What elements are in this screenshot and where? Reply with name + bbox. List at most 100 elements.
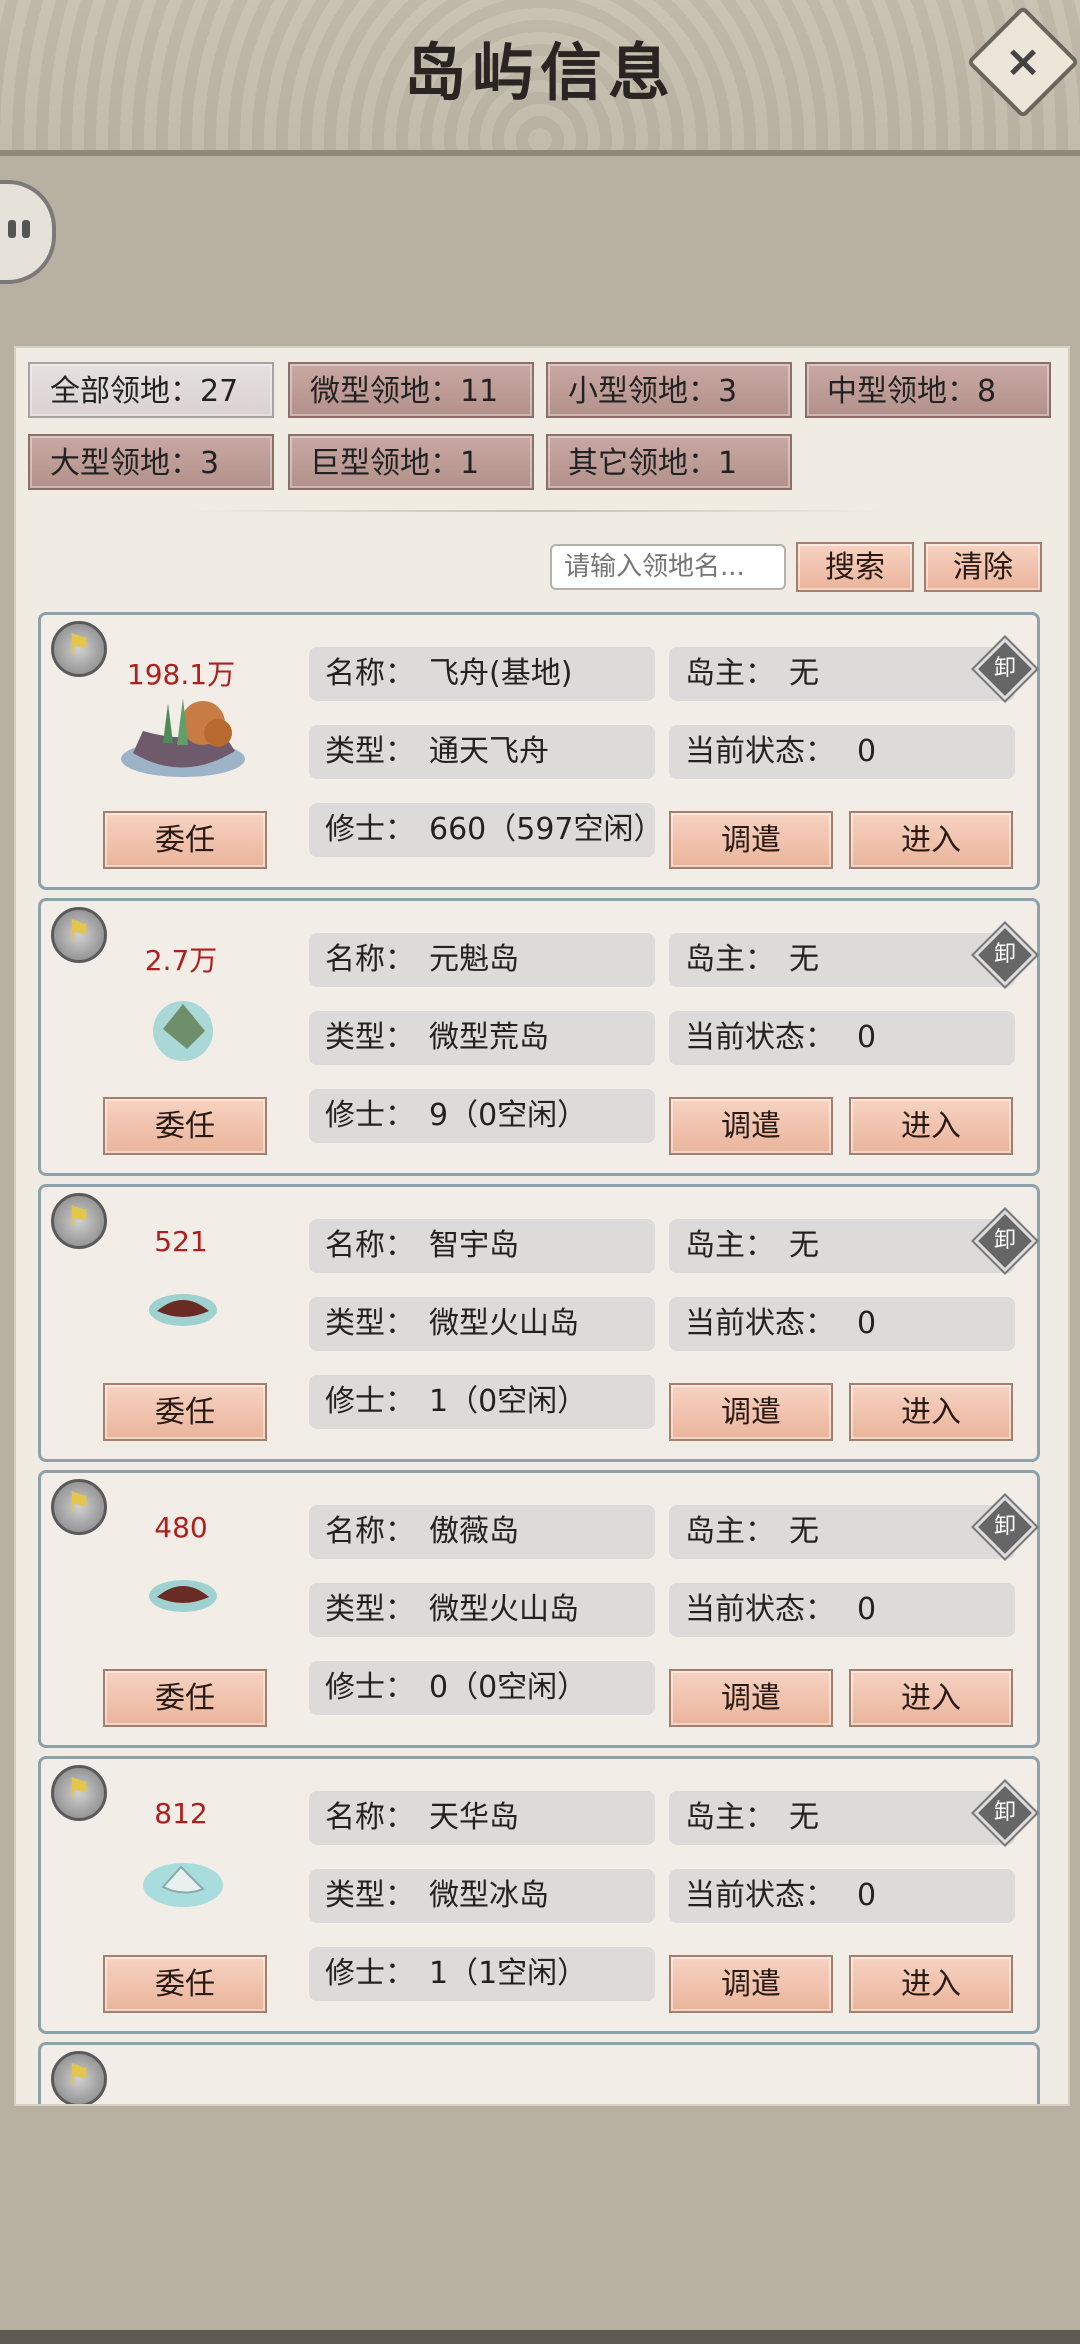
island-owner: 无 — [789, 942, 819, 977]
search-button[interactable]: 搜索 — [796, 542, 914, 592]
header-bar: 岛屿信息 × — [0, 0, 1080, 156]
island-power: 2.7万 — [144, 944, 218, 977]
flag-badge-icon — [51, 2051, 107, 2104]
island-cultivators: 1（0空闲） — [429, 1384, 588, 1419]
island-type: 微型火山岛 — [429, 1306, 579, 1341]
status-label: 当前状态： — [685, 1592, 835, 1627]
appoint-button[interactable]: 委任 — [103, 1669, 267, 1727]
island-type: 微型荒岛 — [429, 1020, 549, 1055]
enter-button[interactable]: 进入 — [849, 811, 1013, 869]
dispatch-button[interactable]: 调遣 — [669, 811, 833, 869]
filter-huge[interactable]: 巨型领地：1 — [288, 434, 534, 490]
island-status: 0 — [857, 1592, 877, 1627]
island-power: 521 — [154, 1225, 208, 1258]
type-label: 类型： — [325, 1878, 415, 1913]
island-card-partial — [38, 2042, 1040, 2104]
island-type: 微型冰岛 — [429, 1878, 549, 1913]
unload-icon: 卸 — [993, 1228, 1016, 1253]
page-title: 岛屿信息 — [403, 36, 676, 109]
dispatch-button[interactable]: 调遣 — [669, 1383, 833, 1441]
owner-label: 岛主： — [685, 942, 775, 977]
barren-island-icon — [153, 1001, 213, 1061]
cultivator-field: 修士： 660（597空闲） — [309, 803, 655, 857]
volcano-island-icon — [149, 1580, 217, 1612]
island-name: 飞舟(基地) — [429, 656, 573, 691]
filter-small[interactable]: 小型领地：3 — [546, 362, 792, 418]
type-label: 类型： — [325, 734, 415, 769]
cultivator-field: 修士： 1（0空闲） — [309, 1375, 655, 1429]
type-label: 类型： — [325, 1592, 415, 1627]
status-field: 当前状态： 0 — [669, 1583, 1015, 1637]
island-name: 傲薇岛 — [429, 1514, 519, 1549]
type-label: 类型： — [325, 1020, 415, 1055]
owner-label: 岛主： — [685, 1228, 775, 1263]
filter-large[interactable]: 大型领地：3 — [28, 434, 274, 490]
cultivator-label: 修士： — [325, 1098, 415, 1133]
flag-badge-icon — [51, 907, 107, 963]
filter-medium[interactable]: 中型领地：8 — [805, 362, 1051, 418]
search-input[interactable] — [550, 544, 786, 590]
owner-field: 岛主： 无 — [669, 1505, 1015, 1559]
flag-badge-icon — [51, 1193, 107, 1249]
island-cultivators: 1（1空闲） — [429, 1956, 588, 1991]
island-name: 智宇岛 — [429, 1228, 519, 1263]
owner-field: 岛主： 无 — [669, 1219, 1015, 1273]
enter-button[interactable]: 进入 — [849, 1955, 1013, 2013]
cultivator-label: 修士： — [325, 1384, 415, 1419]
clear-button[interactable]: 清除 — [924, 542, 1042, 592]
cultivator-field: 修士： 9（0空闲） — [309, 1089, 655, 1143]
owner-label: 岛主： — [685, 1800, 775, 1835]
island-status: 0 — [857, 734, 877, 769]
appoint-button[interactable]: 委任 — [103, 1955, 267, 2013]
unload-icon: 卸 — [993, 1800, 1016, 1825]
name-label: 名称： — [325, 656, 415, 691]
name-label: 名称： — [325, 1228, 415, 1263]
island-owner: 无 — [789, 1514, 819, 1549]
island-card: 2.7万 委任 名称： 元魁岛 岛主： 无 卸 类型： 微型荒岛 当前状态： 0 修士：… — [38, 898, 1040, 1176]
dispatch-button[interactable]: 调遣 — [669, 1097, 833, 1155]
owner-field: 岛主： 无 — [669, 933, 1015, 987]
appoint-button[interactable]: 委任 — [103, 1097, 267, 1155]
enter-button[interactable]: 进入 — [849, 1669, 1013, 1727]
filter-other[interactable]: 其它领地：1 — [546, 434, 792, 490]
enter-button[interactable]: 进入 — [849, 1097, 1013, 1155]
type-field: 类型： 微型火山岛 — [309, 1297, 655, 1351]
cultivator-label: 修士： — [325, 1956, 415, 1991]
filter-all[interactable]: 全部领地：27 — [28, 362, 274, 418]
owner-field: 岛主： 无 — [669, 647, 1015, 701]
name-label: 名称： — [325, 942, 415, 977]
island-cultivators: 9（0空闲） — [429, 1098, 588, 1133]
dispatch-button[interactable]: 调遣 — [669, 1669, 833, 1727]
side-pull-tab[interactable] — [0, 180, 56, 284]
handle-dot — [22, 220, 30, 238]
type-field: 类型： 微型冰岛 — [309, 1869, 655, 1923]
name-field: 名称： 傲薇岛 — [309, 1505, 655, 1559]
dispatch-button[interactable]: 调遣 — [669, 1955, 833, 2013]
ice-island-icon — [143, 1863, 223, 1907]
island-type: 微型火山岛 — [429, 1592, 579, 1627]
appoint-button[interactable]: 委任 — [103, 811, 267, 869]
island-power: 812 — [154, 1797, 208, 1830]
island-owner: 无 — [789, 656, 819, 691]
divider — [186, 510, 886, 512]
status-label: 当前状态： — [685, 1020, 835, 1055]
island-type: 通天飞舟 — [429, 734, 549, 769]
status-label: 当前状态： — [685, 1306, 835, 1341]
filter-micro[interactable]: 微型领地：11 — [288, 362, 534, 418]
unload-icon: 卸 — [993, 942, 1016, 967]
island-card: 812 委任 名称： 天华岛 岛主： 无 卸 类型： 微型冰岛 当前状态： 0 修士： 1… — [38, 1756, 1040, 2034]
cultivator-field: 修士： 1（1空闲） — [309, 1947, 655, 2001]
handle-dot — [8, 220, 16, 238]
appoint-button[interactable]: 委任 — [103, 1383, 267, 1441]
status-field: 当前状态： 0 — [669, 1011, 1015, 1065]
island-status: 0 — [857, 1878, 877, 1913]
cultivator-label: 修士： — [325, 1670, 415, 1705]
island-owner: 无 — [789, 1800, 819, 1835]
island-power: 480 — [154, 1511, 208, 1544]
status-label: 当前状态： — [685, 734, 835, 769]
island-status: 0 — [857, 1020, 877, 1055]
flag-badge-icon — [51, 1765, 107, 1821]
unload-icon: 卸 — [993, 656, 1016, 681]
flag-badge-icon — [51, 1479, 107, 1535]
enter-button[interactable]: 进入 — [849, 1383, 1013, 1441]
